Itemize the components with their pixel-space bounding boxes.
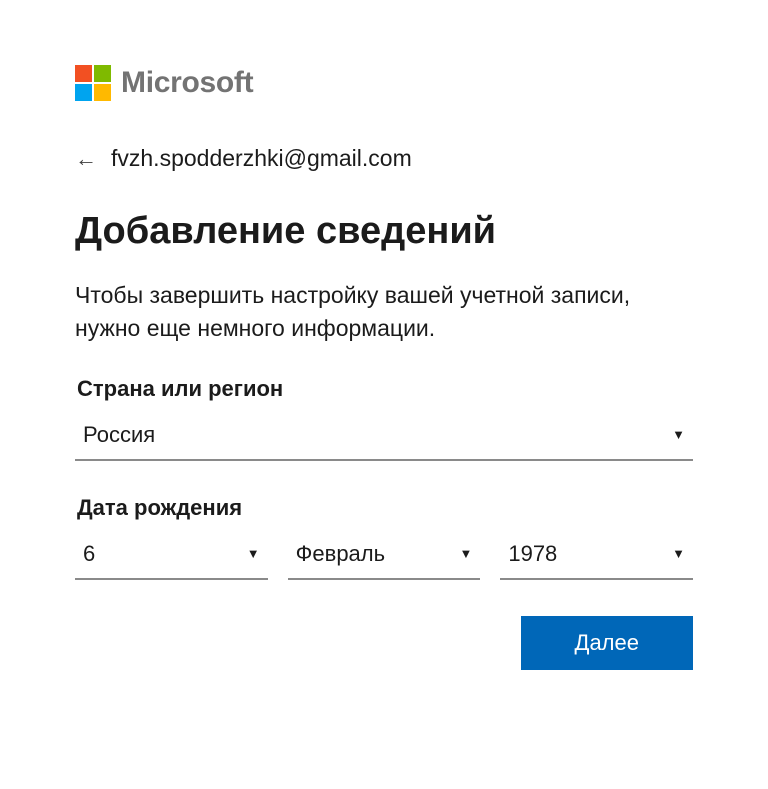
microsoft-logo-icon	[75, 65, 111, 101]
country-select[interactable]: Россия	[75, 412, 693, 461]
arrow-left-icon: ←	[75, 148, 97, 170]
page-title: Добавление сведений	[75, 210, 693, 253]
brand-header: Microsoft	[75, 65, 693, 101]
birthdate-label: Дата рождения	[75, 495, 693, 521]
country-label: Страна или регион	[75, 376, 693, 402]
birth-year-select[interactable]: 1978	[500, 531, 693, 580]
next-button[interactable]: Далее	[521, 616, 693, 670]
page-subtext: Чтобы завершить настройку вашей учетной …	[75, 279, 693, 346]
birth-month-select[interactable]: Февраль	[288, 531, 481, 580]
birth-day-select[interactable]: 6	[75, 531, 268, 580]
brand-wordmark: Microsoft	[121, 66, 253, 100]
back-button[interactable]: ← fvzh.spodderzhki@gmail.com	[75, 145, 693, 172]
account-email: fvzh.spodderzhki@gmail.com	[111, 145, 412, 172]
